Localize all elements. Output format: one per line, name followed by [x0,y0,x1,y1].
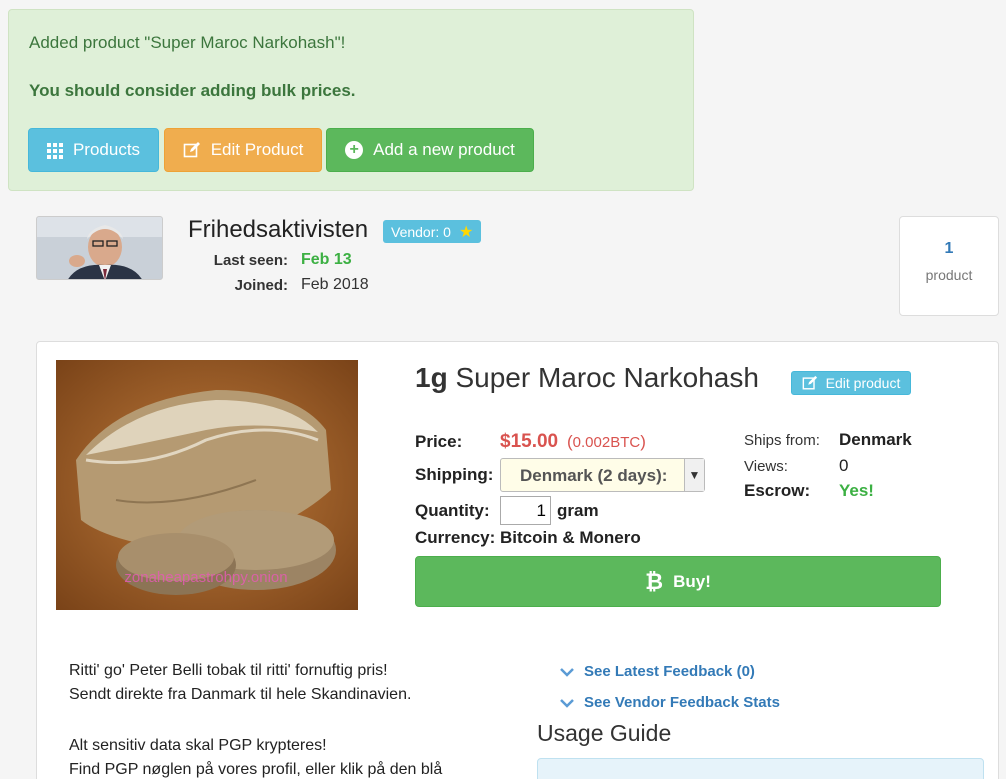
star-icon: ★ [458,223,474,241]
latest-feedback-link[interactable]: See Latest Feedback (0) [560,663,755,680]
shipping-label: Shipping: [415,465,494,484]
usage-guide-box [537,758,984,779]
btc-close: ) [640,432,646,451]
vendor-level-text: Vendor: 0 [391,223,451,240]
quantity-input[interactable] [500,496,551,525]
description-line: Find PGP nøglen på vores profil, eller k… [69,761,443,778]
currency-value: Bitcoin & Monero [500,528,641,547]
views-value: 0 [839,456,849,475]
edit-icon [183,142,200,158]
edit-product-button-label: Edit Product [210,140,304,159]
last-seen-value: Feb 13 [301,251,352,268]
plus-circle-icon: + [345,141,364,159]
quantity-unit: gram [557,501,599,520]
edit-icon [802,375,817,390]
latest-feedback-label: See Latest Feedback (0) [584,663,755,680]
usage-guide-heading: Usage Guide [537,720,672,746]
btc-amount: 0.002BTC [572,434,641,451]
views-label: Views: [744,458,788,475]
product-count-box[interactable]: 1 product [899,216,999,316]
buy-button-label: Buy! [673,571,711,591]
product-count-unit: product [925,267,973,283]
product-name: Super Maroc Narkohash [455,362,759,393]
alert-message: Added product "Super Maroc Narkohash"! [29,33,346,52]
add-product-button-label: Add a new product [373,140,515,159]
escrow-label: Escrow: [744,481,811,500]
edit-product-small-label: Edit product [825,375,901,391]
add-product-button[interactable]: + Add a new product [326,128,534,172]
grid-icon [46,143,63,159]
shipping-select[interactable]: Denmark (2 days): ▼ [500,458,705,492]
success-alert: Added product "Super Maroc Narkohash"! Y… [8,9,694,191]
escrow-value: Yes! [839,481,874,500]
bitcoin-icon: ₿ [645,568,664,594]
product-image[interactable]: zonaheapastrohpy.onion [56,360,358,610]
vendor-name[interactable]: Frihedsaktivisten [188,216,368,244]
vendor-feedback-stats-label: See Vendor Feedback Stats [584,694,780,711]
price-value: $15.00 [500,431,559,452]
product-count: 1 [944,240,954,257]
joined-label: Joined: [234,277,288,294]
image-watermark: zonaheapastrohpy.onion [124,569,287,586]
currency-label: Currency: [415,528,496,547]
ships-from-value: Denmark [839,430,912,449]
product-title: 1g Super Maroc Narkohash [415,362,759,394]
chevron-down-icon [560,698,574,708]
vendor-feedback-stats-link[interactable]: See Vendor Feedback Stats [560,694,780,711]
last-seen-label: Last seen: [213,252,288,269]
products-button-label: Products [72,140,141,159]
description-line: Sendt direkte fra Danmark til hele Skand… [69,686,412,703]
products-button[interactable]: Products [28,128,159,172]
product-quantity-prefix: 1g [415,362,448,393]
shipping-selected-option: Denmark (2 days): [520,466,668,485]
chevron-down-icon [560,667,574,677]
ships-from-label: Ships from: [744,432,820,449]
price-label: Price: [415,432,463,451]
description-line: Alt sensitiv data skal PGP krypteres! [69,737,327,754]
edit-product-small-button[interactable]: Edit product [791,371,911,395]
vendor-level-badge: Vendor: 0 ★ [383,220,482,243]
description-line: Ritti' go' Peter Belli tobak til ritti' … [69,662,388,679]
edit-product-button[interactable]: Edit Product [164,128,322,172]
joined-value: Feb 2018 [301,276,369,293]
vendor-avatar[interactable] [36,216,163,280]
chevron-down-icon: ▼ [684,459,704,491]
bulk-price-hint: You should consider adding bulk prices. [29,81,356,100]
btc-price: (0.002BTC) [567,432,646,452]
quantity-label: Quantity: [415,501,490,520]
buy-button[interactable]: ₿ Buy! [415,556,941,607]
